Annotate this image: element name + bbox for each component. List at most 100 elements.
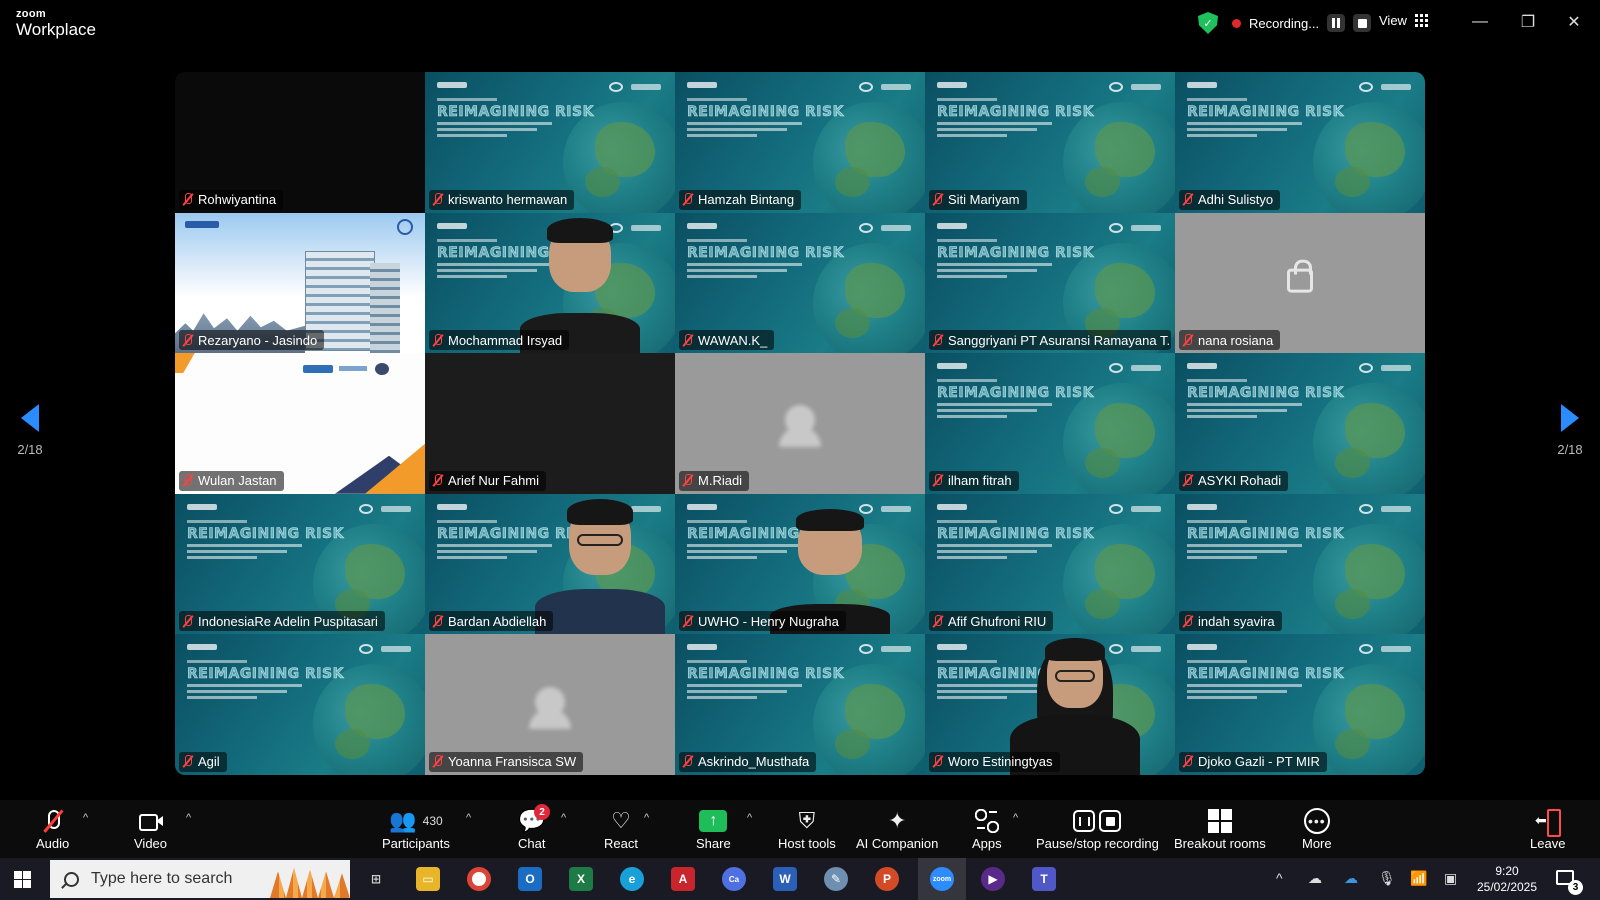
chrome-icon[interactable] (467, 867, 491, 891)
react-label: React (604, 836, 638, 851)
apps-options-caret[interactable]: ^ (1013, 812, 1018, 824)
participant-tile[interactable]: REIMAGINING RISK ilham fitrah (925, 353, 1175, 494)
participant-tile[interactable]: REIMAGINING RISK kriswanto hermawan (425, 72, 675, 213)
participant-tile[interactable]: REIMAGINING RISK UWHO - Henry Nugraha (675, 493, 925, 635)
participant-tile[interactable]: Yoanna Fransisca SW (425, 634, 675, 775)
participant-tile[interactable]: Arief Nur Fahmi (425, 353, 675, 494)
leave-door-icon (1535, 807, 1561, 837)
apps-label: Apps (972, 836, 1002, 851)
participant-tile[interactable]: REIMAGINING RISK WAWAN.K_ (675, 212, 925, 354)
windows-start-icon[interactable] (14, 871, 31, 888)
microphone-tray-icon[interactable]: 🎙 (1378, 870, 1396, 887)
participant-name-label: Djoko Gazli - PT MIR (1179, 751, 1327, 772)
apps-button[interactable]: Apps (972, 806, 1002, 851)
participant-tile[interactable]: REIMAGINING RISK Djoko Gazli - PT MIR (1175, 634, 1425, 775)
powerpoint-icon[interactable]: P (875, 867, 899, 891)
share-button[interactable]: ↑ Share (696, 806, 731, 851)
zoom-taskbar-icon[interactable]: zoom (930, 867, 954, 891)
share-options-caret[interactable]: ^ (747, 812, 752, 824)
restore-button[interactable]: ❐ (1508, 8, 1548, 36)
teams-icon[interactable]: T (1032, 867, 1056, 891)
mic-muted-icon (45, 809, 61, 833)
participant-tile[interactable]: REIMAGINING RISK IndonesiaRe Adelin Puspi… (175, 493, 425, 635)
leave-button[interactable]: Leave (1530, 806, 1565, 851)
pause-stop-recording-button[interactable]: Pause/stop recording (1036, 806, 1159, 851)
next-page-button[interactable]: 2/18 (1540, 404, 1600, 457)
react-options-caret[interactable]: ^ (644, 812, 649, 824)
file-explorer-icon[interactable]: ▭ (416, 867, 440, 891)
pause-recording-button[interactable] (1327, 14, 1346, 32)
participant-tile[interactable]: REIMAGINING RISK Adhi Sulistyo (1175, 72, 1425, 213)
page-indicator-left: 2/18 (17, 442, 43, 457)
participant-tile[interactable]: Rohwiyantina (175, 72, 425, 213)
more-button[interactable]: ••• More (1302, 806, 1332, 851)
task-view-icon[interactable]: ⊞ (364, 867, 388, 891)
audio-button[interactable]: Audio (36, 806, 69, 851)
media-player-icon[interactable]: ▶ (981, 867, 1005, 891)
mic-muted-icon (683, 193, 693, 206)
more-label: More (1302, 836, 1332, 851)
breakout-rooms-button[interactable]: Breakout rooms (1174, 806, 1266, 851)
participant-video (535, 494, 665, 635)
participant-tile[interactable]: REIMAGINING RISK Hamzah Bintang (675, 72, 925, 213)
notification-badge: 3 (1568, 880, 1583, 895)
breakout-rooms-icon (1207, 809, 1232, 833)
ai-companion-button[interactable]: ✦ AI Companion (856, 806, 938, 851)
paint-icon[interactable]: ✎ (824, 867, 848, 891)
page-indicator-right: 2/18 (1557, 442, 1583, 457)
participant-name: WAWAN.K_ (698, 332, 768, 348)
search-icon (64, 871, 79, 887)
participants-button[interactable]: 👥 430 Participants (382, 806, 450, 851)
participant-tile[interactable]: REIMAGINING RISK Woro Estiningtyas (925, 634, 1175, 775)
view-button[interactable]: View (1379, 13, 1428, 28)
host-tools-button[interactable]: ⛨ Host tools (778, 806, 836, 851)
chat-button[interactable]: 💬 2 Chat (518, 804, 551, 851)
mic-muted-icon (683, 474, 693, 487)
participant-tile[interactable]: M.Riadi (675, 353, 925, 494)
onedrive-icon[interactable]: ☁ (1344, 870, 1358, 887)
excel-icon[interactable]: X (569, 867, 593, 891)
audio-options-caret[interactable]: ^ (83, 812, 88, 824)
edge-icon[interactable]: e (620, 867, 644, 891)
encryption-shield-icon[interactable]: ✓ (1198, 12, 1218, 34)
tray-overflow-icon[interactable]: ^ (1276, 870, 1283, 886)
participant-tile[interactable]: Wulan Jastan (175, 353, 425, 494)
video-options-caret[interactable]: ^ (186, 812, 191, 824)
close-button[interactable]: ✕ (1554, 8, 1594, 36)
participant-name-label: Rezaryano - Jasindo (179, 330, 325, 351)
participant-tile[interactable]: REIMAGINING RISK Sanggriyani PT Asuransi … (925, 212, 1175, 354)
participant-tile[interactable]: REIMAGINING RISK Bardan Abdiellah (425, 493, 675, 635)
search-placeholder: Type here to search (91, 870, 233, 887)
word-icon[interactable]: W (773, 867, 797, 891)
acrobat-icon[interactable]: A (671, 867, 695, 891)
canva-icon[interactable]: Ca (722, 867, 746, 891)
minimize-button[interactable]: — (1460, 8, 1500, 36)
mic-muted-icon (183, 193, 193, 206)
participant-tile[interactable]: nana rosiana (1175, 212, 1425, 354)
participant-tile[interactable]: REIMAGINING RISK indah syavira (1175, 493, 1425, 635)
participant-tile[interactable]: Rezaryano - Jasindo (175, 212, 425, 354)
participant-tile[interactable]: REIMAGINING RISK ASYKI Rohadi (1175, 353, 1425, 494)
taskbar-clock[interactable]: 9:20 25/02/2025 (1472, 863, 1542, 895)
slide-heading: REIMAGINING RISK (687, 666, 844, 683)
tray-cloud-icon[interactable]: ☁ (1308, 870, 1322, 887)
chat-options-caret[interactable]: ^ (561, 812, 566, 824)
video-button[interactable]: Video (134, 806, 167, 851)
participant-tile[interactable]: REIMAGINING RISK Siti Mariyam (925, 72, 1175, 213)
outlook-icon[interactable]: O (518, 867, 542, 891)
stop-recording-button[interactable] (1353, 14, 1372, 32)
participants-options-caret[interactable]: ^ (466, 812, 471, 824)
mic-muted-icon (433, 474, 443, 487)
react-button[interactable]: ♡ React (604, 806, 638, 851)
network-icon[interactable]: 📶 (1410, 870, 1427, 887)
participant-name-label: Arief Nur Fahmi (429, 470, 547, 491)
participant-tile[interactable]: REIMAGINING RISK Mochammad Irsyad (425, 212, 675, 354)
display-icon[interactable]: ▣ (1444, 870, 1457, 887)
taskbar-search-box[interactable]: Type here to search (50, 860, 350, 898)
participant-tile[interactable]: REIMAGINING RISK Agil (175, 634, 425, 775)
participant-tile[interactable]: REIMAGINING RISK Afif Ghufroni RIU (925, 493, 1175, 635)
previous-page-button[interactable]: 2/18 (0, 404, 60, 457)
slide-heading: REIMAGINING RISK (687, 104, 844, 121)
participant-tile[interactable]: REIMAGINING RISK Askrindo_Musthafa (675, 634, 925, 775)
brand-big: Workplace (16, 20, 96, 39)
